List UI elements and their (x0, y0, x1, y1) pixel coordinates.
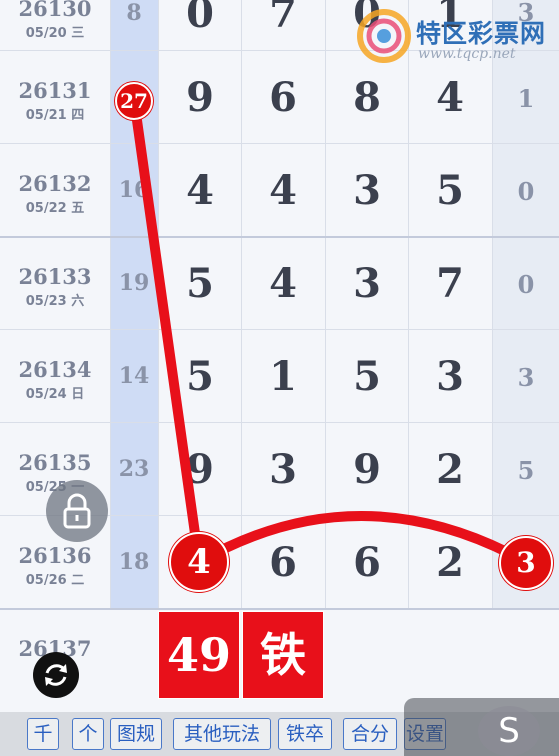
toolbar-button-chart-rules[interactable]: 图规 (110, 718, 162, 750)
toolbar-button-other-modes[interactable]: 其他玩法 (173, 718, 271, 750)
prediction-number: 49 (158, 611, 240, 699)
digit-ball: 4 (169, 532, 229, 592)
toolbar-button-combine[interactable]: 合分 (343, 718, 397, 750)
refresh-icon (45, 664, 67, 686)
toolbar-button-thousands[interactable]: 千 (27, 718, 59, 750)
lock-icon (63, 493, 91, 529)
refresh-button[interactable] (33, 652, 79, 698)
toolbar-button-units[interactable]: 个 (72, 718, 104, 750)
swirl-logo-icon (357, 9, 411, 63)
site-name: 特区彩票网 (416, 19, 547, 48)
trend-line-sum (129, 94, 204, 567)
site-url: www.tqcp.net (418, 46, 516, 62)
sum-ball: 27 (115, 82, 153, 120)
extra-ball: 3 (499, 536, 553, 590)
trend-line-arc (194, 511, 531, 567)
toolbar-button-tiezu[interactable]: 铁卒 (278, 718, 332, 750)
lock-button[interactable] (46, 480, 108, 542)
site-watermark: 特区彩票网 www.tqcp.net (356, 6, 556, 66)
s-floating-button[interactable]: S (478, 706, 540, 756)
prediction-label: 铁 (242, 611, 324, 699)
